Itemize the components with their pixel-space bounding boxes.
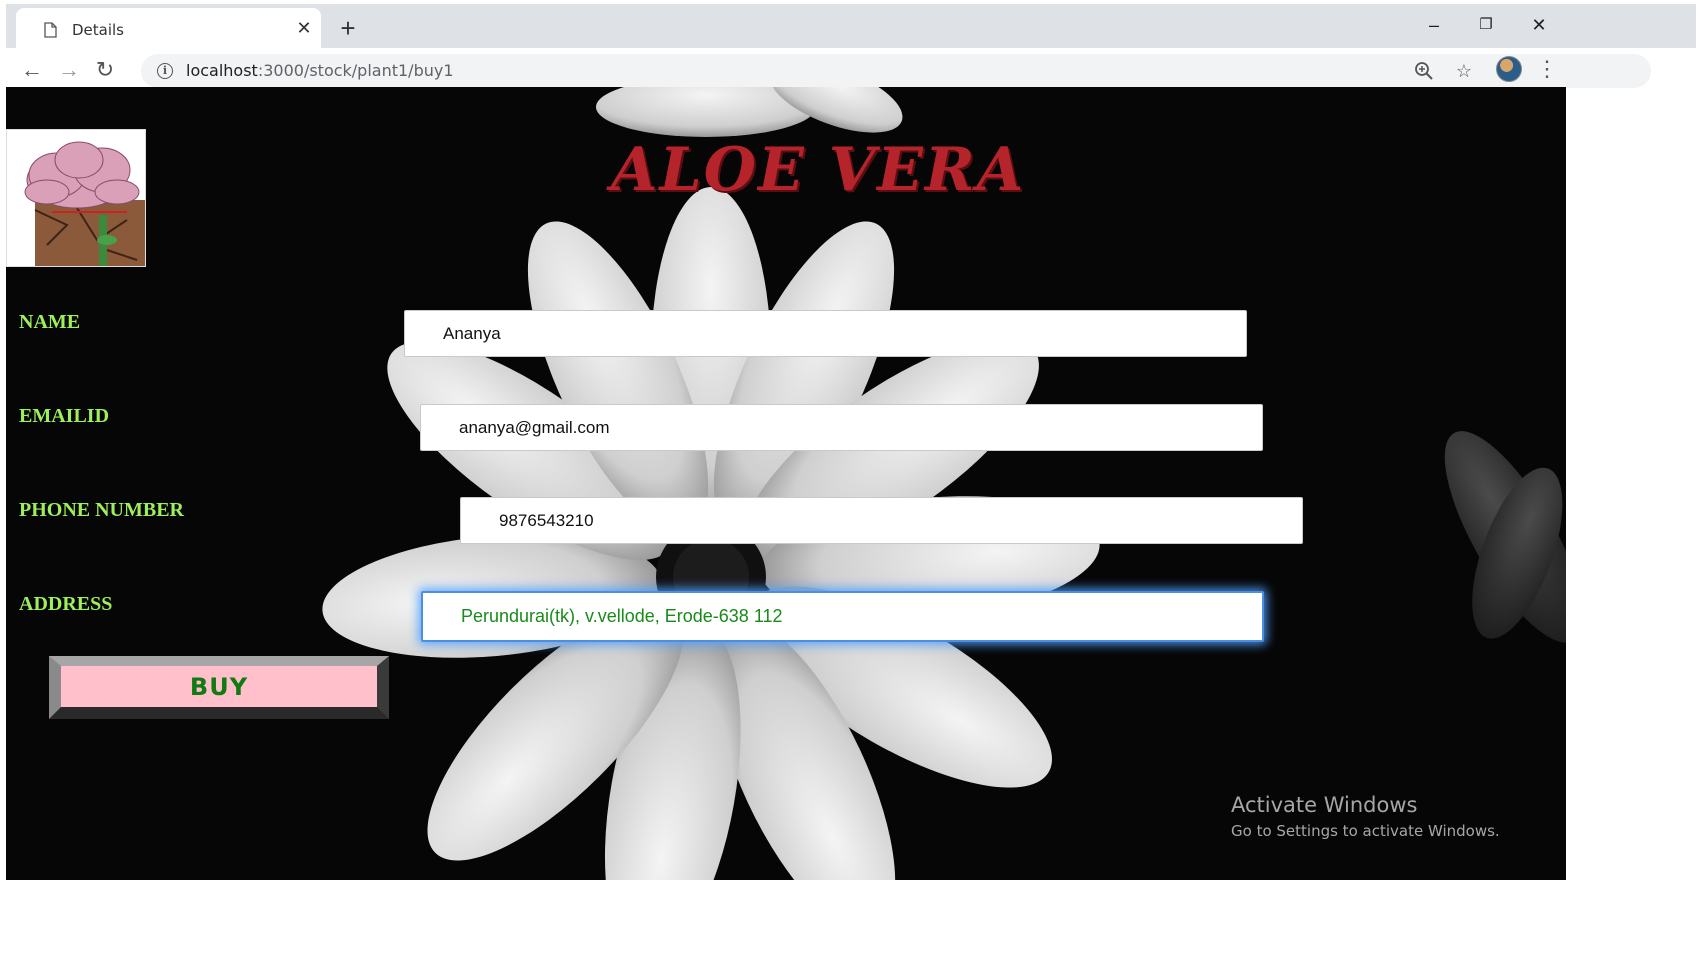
- name-label: NAME: [19, 311, 81, 333]
- page-viewport: ALOE VERA NAME EMAILID PHONE NUMBER ADDR…: [6, 87, 1566, 880]
- browser-chrome: Details ✕ + – ❐ ✕ ← → ↻ i localhost:3000…: [6, 4, 1696, 92]
- rose-logo-icon: [7, 130, 145, 266]
- browser-tab[interactable]: Details ✕: [16, 8, 321, 52]
- url-path: :3000/stock/plant1/buy1: [257, 61, 454, 80]
- email-label: EMAILID: [19, 405, 110, 427]
- info-icon[interactable]: i: [157, 63, 173, 79]
- kebab-menu-icon[interactable]: ⋮: [1534, 54, 1560, 84]
- plus-icon[interactable]: +: [334, 15, 362, 43]
- minimize-icon[interactable]: –: [1414, 10, 1454, 40]
- star-icon[interactable]: ☆: [1451, 58, 1477, 84]
- plant-logo-image: [6, 129, 146, 267]
- document-icon: [44, 22, 57, 38]
- url-text[interactable]: localhost:3000/stock/plant1/buy1: [186, 61, 454, 80]
- address-input[interactable]: Perundurai(tk), v.vellode, Erode-638 112: [421, 591, 1264, 642]
- forward-arrow-icon[interactable]: →: [54, 56, 84, 86]
- watermark-subtitle: Go to Settings to activate Windows.: [1231, 822, 1500, 840]
- activate-windows-watermark: Activate Windows Go to Settings to activ…: [1231, 793, 1500, 840]
- tab-title: Details: [72, 21, 125, 39]
- window-close-icon[interactable]: ✕: [1519, 10, 1559, 40]
- email-input[interactable]: ananya@gmail.com: [420, 404, 1263, 451]
- zoom-icon[interactable]: [1411, 58, 1437, 84]
- phone-label: PHONE NUMBER: [19, 499, 184, 521]
- url-host: localhost: [186, 61, 258, 80]
- name-input[interactable]: Ananya: [404, 310, 1247, 357]
- back-arrow-icon[interactable]: ←: [17, 56, 47, 86]
- avatar[interactable]: [1496, 56, 1522, 82]
- page-title: ALOE VERA: [611, 135, 1026, 205]
- watermark-title: Activate Windows: [1231, 793, 1418, 817]
- buy-button[interactable]: BUY: [49, 656, 389, 719]
- address-label: ADDRESS: [19, 593, 113, 615]
- reload-icon[interactable]: ↻: [90, 56, 120, 86]
- flower-background-image: [6, 87, 1566, 880]
- restore-icon[interactable]: ❐: [1466, 10, 1506, 40]
- browser-toolbar: ← → ↻ i localhost:3000/stock/plant1/buy1…: [6, 48, 1696, 92]
- address-bar[interactable]: i localhost:3000/stock/plant1/buy1 ☆: [141, 54, 1651, 88]
- phone-input[interactable]: 9876543210: [460, 497, 1303, 544]
- close-icon[interactable]: ✕: [294, 18, 314, 38]
